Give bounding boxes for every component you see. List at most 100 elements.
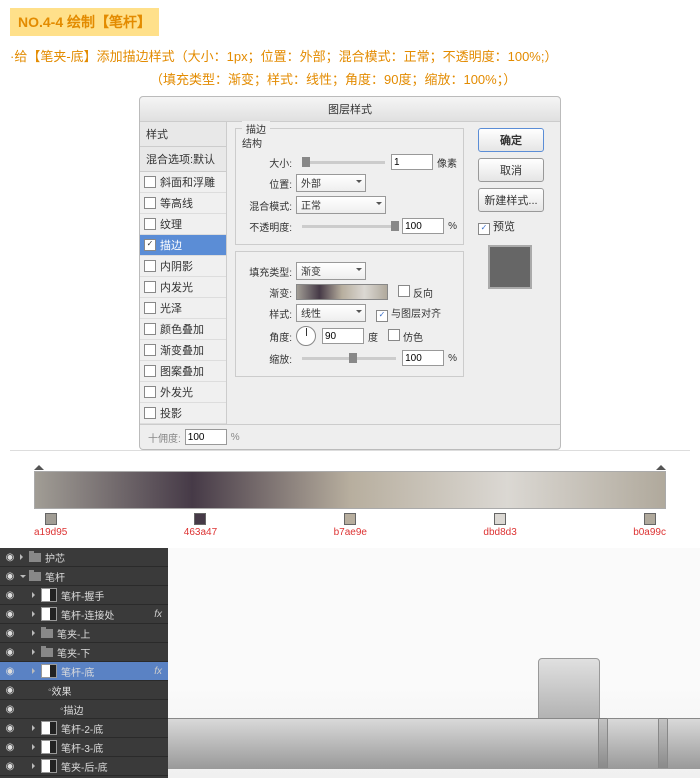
style-checkbox[interactable] xyxy=(144,365,156,377)
style-item[interactable]: 外发光 xyxy=(140,382,226,403)
layer-row[interactable]: ◉◦ 描边 xyxy=(0,700,168,719)
blend-options-header[interactable]: 混合选项:默认 xyxy=(140,147,226,172)
fold-icon[interactable] xyxy=(32,611,38,617)
position-select[interactable]: 外部 xyxy=(296,174,366,192)
opacity-stop-right[interactable] xyxy=(656,460,666,470)
gradient-bar[interactable] xyxy=(34,471,666,509)
scale-input[interactable] xyxy=(402,350,444,366)
visibility-icon[interactable]: ◉ xyxy=(4,704,16,715)
fx-badge[interactable]: fx xyxy=(154,609,162,620)
layer-row[interactable]: ◉◦ 效果 xyxy=(0,681,168,700)
color-stop-icon[interactable] xyxy=(194,513,206,525)
dither-checkbox[interactable] xyxy=(388,329,400,341)
filltype-select[interactable]: 渐变 xyxy=(296,262,366,280)
style-checkbox[interactable] xyxy=(144,260,156,272)
style-item[interactable]: 等高线 xyxy=(140,193,226,214)
size-input[interactable] xyxy=(391,154,433,170)
visibility-icon[interactable]: ◉ xyxy=(4,723,16,734)
style-checkbox[interactable] xyxy=(144,218,156,230)
fold-icon[interactable] xyxy=(32,668,38,674)
style-checkbox[interactable] xyxy=(144,344,156,356)
layer-row[interactable]: ◉笔杆-3-底 xyxy=(0,738,168,757)
ok-button[interactable]: 确定 xyxy=(478,128,544,152)
color-stop-icon[interactable] xyxy=(494,513,506,525)
style-item[interactable]: 斜面和浮雕 xyxy=(140,172,226,193)
style-checkbox[interactable]: ✓ xyxy=(144,239,156,251)
style-item[interactable]: 内阴影 xyxy=(140,256,226,277)
layer-label: 护芯 xyxy=(45,550,65,565)
visibility-icon[interactable]: ◉ xyxy=(4,666,16,677)
fold-icon[interactable] xyxy=(32,744,38,750)
fold-icon[interactable] xyxy=(32,630,38,636)
layers-panel: ◉护芯◉笔杆◉笔杆-握手◉笔杆-连接处fx◉笔夹-上◉笔夹-下◉笔杆-底fx◉◦… xyxy=(0,548,168,778)
size-slider[interactable] xyxy=(302,161,385,164)
style-checkbox[interactable] xyxy=(144,302,156,314)
gradient-preview[interactable] xyxy=(296,284,388,300)
fold-icon[interactable] xyxy=(32,725,38,731)
style-checkbox[interactable] xyxy=(144,281,156,293)
color-stop-icon[interactable] xyxy=(45,513,57,525)
truncated-input[interactable] xyxy=(185,429,227,445)
style-item[interactable]: 纹理 xyxy=(140,214,226,235)
blend-select[interactable]: 正常 xyxy=(296,196,386,214)
visibility-icon[interactable]: ◉ xyxy=(4,761,16,772)
opacity-slider[interactable] xyxy=(302,225,396,228)
style-item[interactable]: 内发光 xyxy=(140,277,226,298)
visibility-icon[interactable]: ◉ xyxy=(4,571,16,582)
visibility-icon[interactable]: ◉ xyxy=(4,609,16,620)
angle-dial[interactable] xyxy=(296,326,316,346)
fold-icon[interactable] xyxy=(32,763,38,769)
layer-label: 笔杆 xyxy=(45,569,65,584)
style-checkbox[interactable] xyxy=(144,407,156,419)
style-checkbox[interactable] xyxy=(144,386,156,398)
color-stop-icon[interactable] xyxy=(344,513,356,525)
visibility-icon[interactable]: ◉ xyxy=(4,685,16,696)
align-checkbox[interactable]: ✓ xyxy=(376,310,388,322)
style-header[interactable]: 样式 xyxy=(140,122,226,147)
fx-badge[interactable]: fx xyxy=(154,666,162,677)
fold-icon[interactable] xyxy=(32,592,38,598)
angle-input[interactable] xyxy=(322,328,364,344)
scale-slider[interactable] xyxy=(302,357,396,360)
style-item[interactable]: 投影 xyxy=(140,403,226,424)
opacity-stop-left[interactable] xyxy=(34,460,44,470)
style-checkbox[interactable] xyxy=(144,323,156,335)
visibility-icon[interactable]: ◉ xyxy=(4,742,16,753)
layer-row[interactable]: ◉ 护芯 xyxy=(0,548,168,567)
blend-label: 混合模式: xyxy=(242,198,292,213)
fold-icon[interactable] xyxy=(32,649,38,655)
style-item[interactable]: 图案叠加 xyxy=(140,361,226,382)
style-label: 纹理 xyxy=(160,216,182,232)
layer-row[interactable]: ◉笔杆-握手 xyxy=(0,586,168,605)
new-style-button[interactable]: 新建样式... xyxy=(478,188,544,212)
preview-checkbox[interactable]: ✓ xyxy=(478,223,490,235)
layer-row[interactable]: ◉笔杆-连接处fx xyxy=(0,605,168,624)
visibility-icon[interactable]: ◉ xyxy=(4,647,16,658)
layer-row[interactable]: ◉ 笔杆 xyxy=(0,567,168,586)
opacity-input[interactable] xyxy=(402,218,444,234)
reverse-checkbox[interactable] xyxy=(398,285,410,297)
dialog-title: 图层样式 xyxy=(140,97,560,122)
visibility-icon[interactable]: ◉ xyxy=(4,628,16,639)
style-checkbox[interactable] xyxy=(144,176,156,188)
layer-row[interactable]: ◉笔夹-后-底 xyxy=(0,757,168,776)
style-item[interactable]: 渐变叠加 xyxy=(140,340,226,361)
layer-row[interactable]: ◉笔杆-2-底 xyxy=(0,719,168,738)
layer-row[interactable]: ◉笔夹-上 xyxy=(0,624,168,643)
layer-row[interactable]: ◉笔夹-下 xyxy=(0,643,168,662)
fold-icon[interactable] xyxy=(20,575,26,581)
style-select[interactable]: 线性 xyxy=(296,304,366,322)
style-checkbox[interactable] xyxy=(144,197,156,209)
color-stop-icon[interactable] xyxy=(644,513,656,525)
style-item[interactable]: 颜色叠加 xyxy=(140,319,226,340)
fold-icon[interactable] xyxy=(20,554,26,560)
cancel-button[interactable]: 取消 xyxy=(478,158,544,182)
style-item[interactable]: 光泽 xyxy=(140,298,226,319)
layer-thumb xyxy=(41,721,57,735)
style-item[interactable]: ✓描边 xyxy=(140,235,226,256)
visibility-icon[interactable]: ◉ xyxy=(4,552,16,563)
size-unit: 像素 xyxy=(437,155,457,170)
visibility-icon[interactable]: ◉ xyxy=(4,590,16,601)
style-label: 投影 xyxy=(160,405,182,421)
pen-body-shape xyxy=(168,718,700,769)
